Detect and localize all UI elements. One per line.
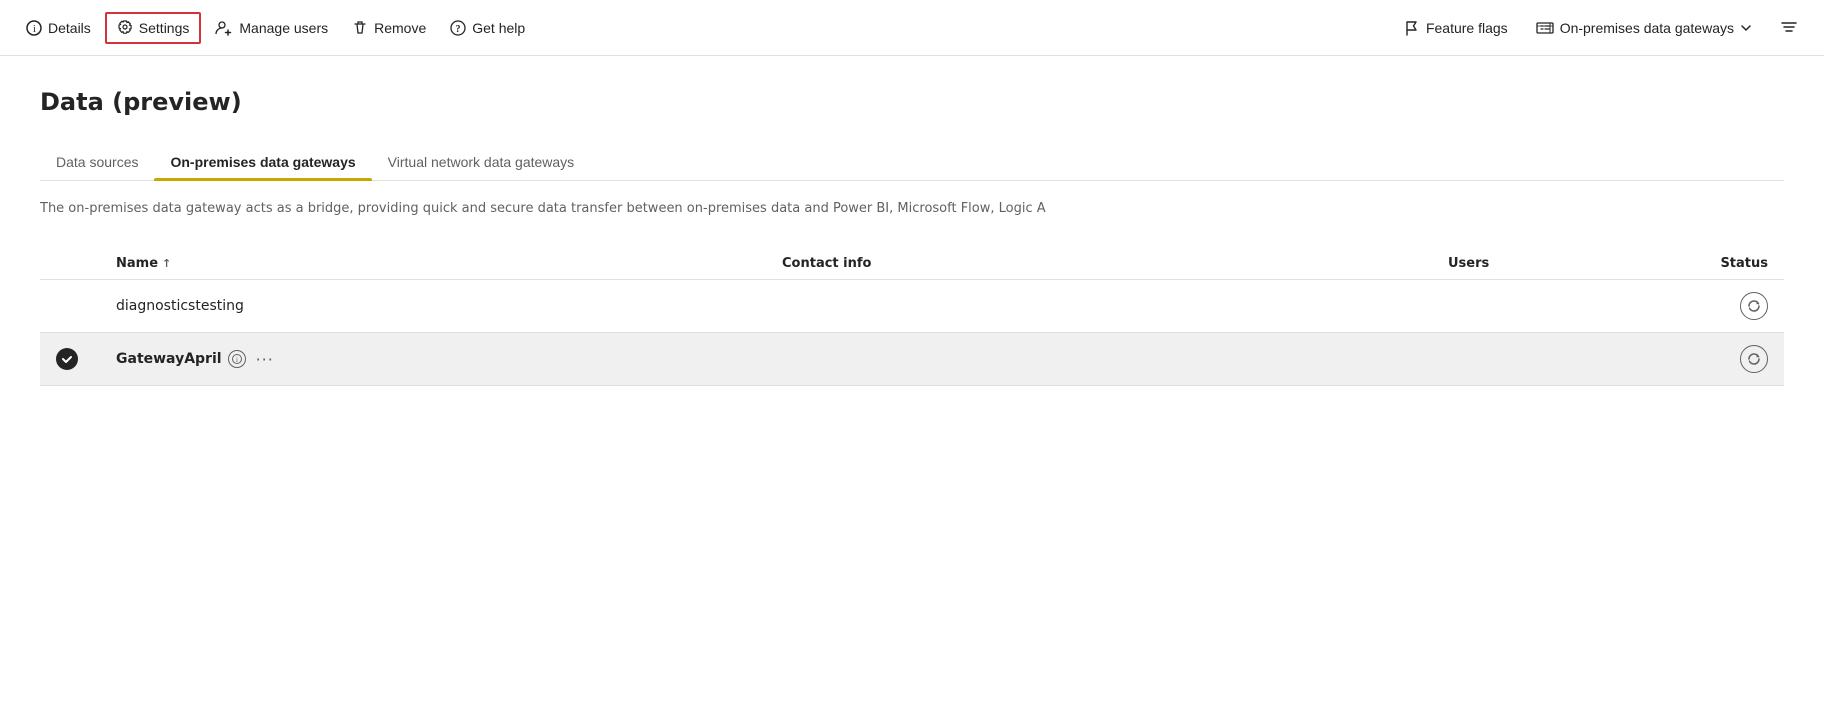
- more-options-icon[interactable]: ···: [252, 348, 278, 371]
- description-text: The on-premises data gateway acts as a b…: [40, 201, 1640, 216]
- toolbar-right: Feature flags On-premises data gateways: [1394, 14, 1808, 42]
- feature-flags-button[interactable]: Feature flags: [1394, 14, 1518, 42]
- filter-icon: [1780, 20, 1798, 36]
- manage-users-button[interactable]: Manage users: [205, 14, 338, 42]
- main-content: Data (preview) Data sources On-premises …: [0, 56, 1824, 418]
- sort-arrow: ↑: [162, 257, 171, 270]
- tab-on-premises[interactable]: On-premises data gateways: [154, 144, 371, 180]
- svg-text:?: ?: [456, 24, 461, 35]
- col-contact: Contact info: [782, 256, 1448, 271]
- details-icon: i: [26, 20, 42, 36]
- row1-status: [1648, 292, 1768, 320]
- refresh-icon: [1740, 292, 1768, 320]
- get-help-label: Get help: [472, 20, 525, 36]
- table: Name ↑ Contact info Users Status diagnos…: [40, 248, 1784, 386]
- remove-icon: [352, 20, 368, 36]
- manage-users-icon: [215, 20, 233, 36]
- row2-name: GatewayApril i ···: [116, 348, 782, 371]
- toolbar-left: i Details Settings: [16, 12, 1390, 44]
- feature-flags-label: Feature flags: [1426, 20, 1508, 36]
- row2-selector: [56, 348, 116, 370]
- gateway-dropdown-label: On-premises data gateways: [1560, 20, 1734, 36]
- col-status: Status: [1648, 256, 1768, 271]
- page-title: Data (preview): [40, 88, 1784, 116]
- info-icon[interactable]: i: [228, 350, 246, 368]
- get-help-button[interactable]: ? Get help: [440, 14, 535, 42]
- gateway-dropdown-button[interactable]: On-premises data gateways: [1526, 14, 1762, 42]
- col-name[interactable]: Name ↑: [116, 256, 782, 271]
- refresh-icon: [1740, 345, 1768, 373]
- settings-button[interactable]: Settings: [105, 12, 202, 44]
- toolbar: i Details Settings: [0, 0, 1824, 56]
- col-users: Users: [1448, 256, 1648, 271]
- table-row[interactable]: diagnosticstesting: [40, 280, 1784, 333]
- tabs-container: Data sources On-premises data gateways V…: [40, 144, 1784, 181]
- filter-button[interactable]: [1770, 14, 1808, 42]
- manage-users-label: Manage users: [239, 20, 328, 36]
- table-header: Name ↑ Contact info Users Status: [40, 248, 1784, 280]
- remove-button[interactable]: Remove: [342, 14, 436, 42]
- remove-label: Remove: [374, 20, 426, 36]
- svg-text:i: i: [33, 24, 36, 35]
- row2-status: [1648, 345, 1768, 373]
- details-button[interactable]: i Details: [16, 14, 101, 42]
- col-selector: [56, 256, 116, 271]
- get-help-icon: ?: [450, 20, 466, 36]
- check-icon: [56, 348, 78, 370]
- tab-data-sources[interactable]: Data sources: [40, 144, 154, 180]
- settings-label: Settings: [139, 20, 190, 36]
- chevron-down-icon: [1740, 22, 1752, 34]
- feature-flags-icon: [1404, 20, 1420, 36]
- details-label: Details: [48, 20, 91, 36]
- svg-text:i: i: [236, 356, 238, 364]
- row1-name: diagnosticstesting: [116, 298, 782, 314]
- settings-icon: [117, 20, 133, 36]
- tab-virtual-network[interactable]: Virtual network data gateways: [372, 144, 591, 180]
- gateway-icon: [1536, 20, 1554, 36]
- table-row[interactable]: GatewayApril i ···: [40, 333, 1784, 386]
